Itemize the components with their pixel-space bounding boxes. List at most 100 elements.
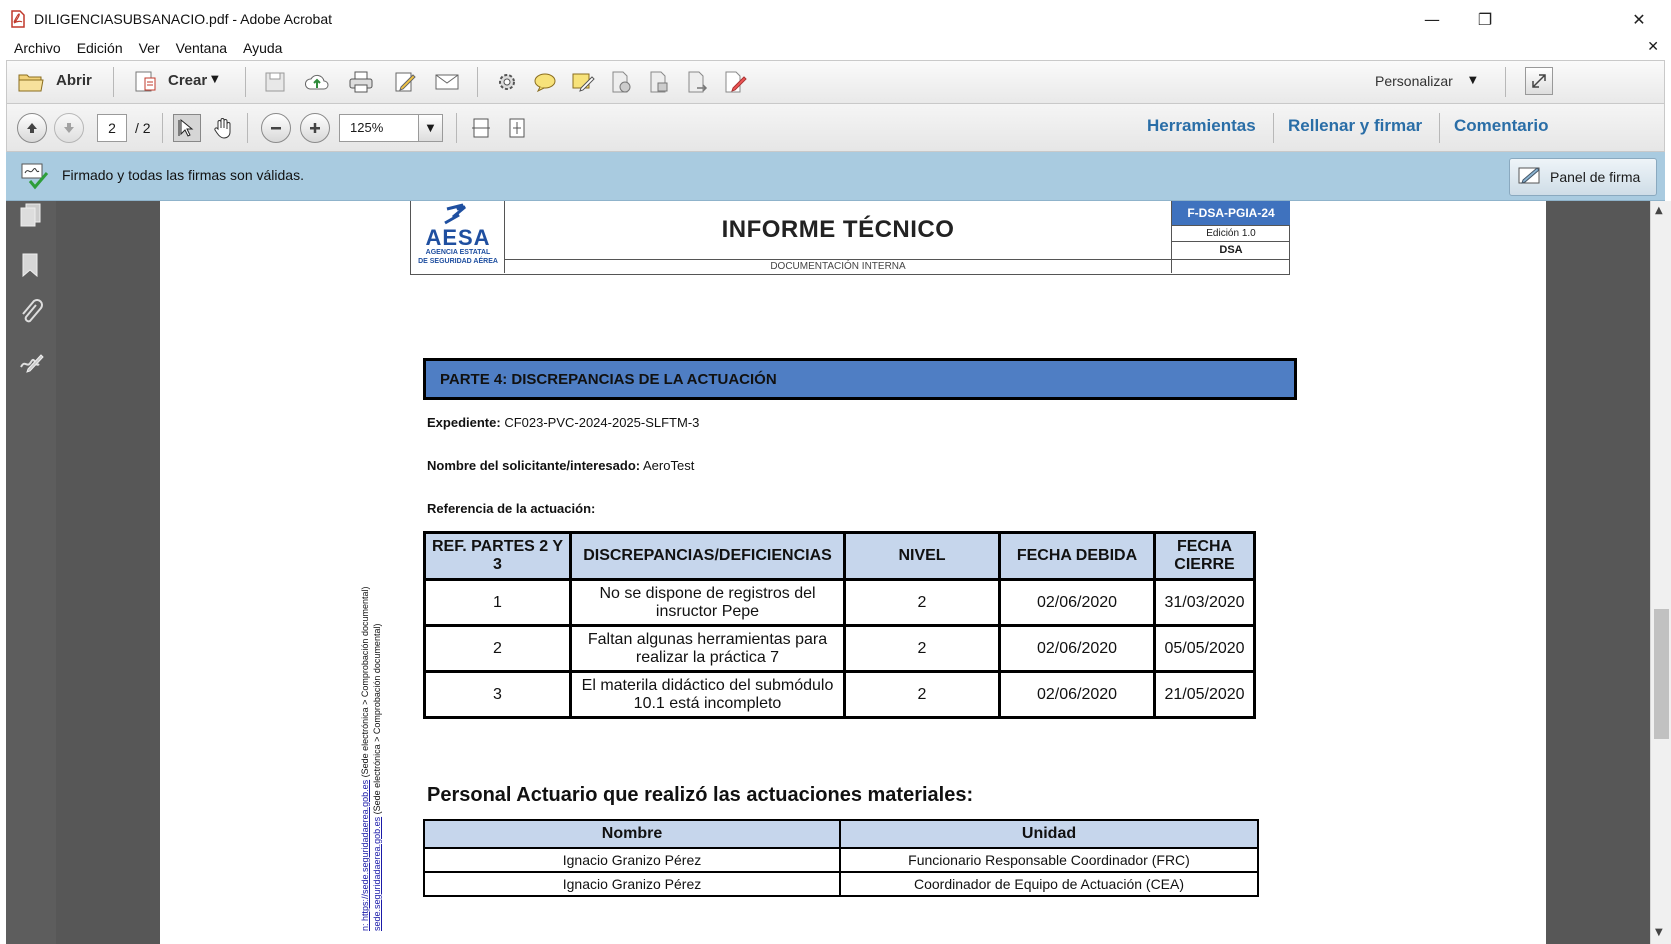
referencia-label: Referencia de la actuación:	[427, 501, 596, 516]
fit-width-icon[interactable]	[467, 114, 495, 142]
zoom-level-input[interactable]: 125%	[339, 114, 419, 142]
document-code-blank	[1172, 259, 1290, 273]
document-title: INFORME TÉCNICO	[721, 216, 955, 243]
sign-document-icon[interactable]	[721, 68, 749, 96]
comment-bubble-icon[interactable]	[531, 68, 559, 96]
toolbar-separator	[1273, 113, 1274, 143]
menu-edicion[interactable]: Edición	[69, 40, 131, 56]
menu-archivo[interactable]: Archivo	[0, 40, 69, 56]
signature-status-message: Firmado y todas las firmas son válidas.	[62, 167, 304, 183]
toolbar-separator	[477, 67, 478, 97]
table-cell: 2	[423, 624, 572, 673]
scroll-up-icon[interactable]: ▲	[1655, 205, 1663, 216]
next-page-icon[interactable]	[54, 113, 84, 143]
select-cursor-icon[interactable]	[173, 114, 201, 142]
settings-gear-icon[interactable]	[493, 68, 521, 96]
email-icon[interactable]	[433, 68, 461, 96]
toolbar-separator	[1505, 67, 1506, 97]
fit-page-icon[interactable]	[503, 114, 531, 142]
logo-subtitle-2: DE SEGURIDAD AÉREA	[418, 258, 498, 265]
window-title: DILIGENCIASUBSANACIO.pdf - Adobe Acrobat	[34, 11, 333, 27]
signatures-icon[interactable]	[18, 347, 46, 375]
table-row: Ignacio Granizo Pérez Funcionario Respon…	[423, 847, 1259, 873]
minimize-button[interactable]: —	[1409, 6, 1455, 32]
menu-ventana[interactable]: Ventana	[168, 40, 235, 56]
open-button[interactable]: Abrir	[56, 72, 92, 89]
close-document-button[interactable]: ✕	[1647, 39, 1659, 55]
cloud-upload-icon[interactable]	[303, 68, 331, 96]
comment-pane-link[interactable]: Comentario	[1454, 116, 1548, 136]
create-dropdown-icon[interactable]: ▼	[211, 74, 219, 85]
signature-panel-button[interactable]: Panel de firma	[1509, 158, 1657, 196]
table-header-row: REF. PARTES 2 Y 3 DISCREPANCIAS/DEFICIEN…	[423, 531, 1256, 581]
table-cell: 21/05/2020	[1153, 670, 1256, 719]
create-button[interactable]: Crear	[168, 72, 207, 89]
verification-text-2: (Sede electrónica > Comprobación documen…	[372, 623, 382, 817]
customize-button[interactable]: Personalizar	[1375, 73, 1453, 89]
document-code-block: F-DSA-PGIA-24 Edición 1.0 DSA	[1171, 201, 1290, 273]
hand-tool-icon[interactable]	[209, 114, 237, 142]
table-cell: Ignacio Granizo Pérez	[423, 871, 841, 897]
delete-page-icon[interactable]	[607, 68, 635, 96]
table-cell: Faltan algunas herramientas para realiza…	[569, 624, 846, 673]
create-pdf-icon[interactable]	[131, 68, 159, 96]
table-row: 2 Faltan algunas herramientas para reali…	[423, 624, 1256, 673]
table-cell: 02/06/2020	[998, 624, 1156, 673]
expediente-value: CF023-PVC-2024-2025-SLFTM-3	[504, 415, 700, 430]
zoom-in-icon[interactable]	[300, 113, 330, 143]
page-lock-icon[interactable]	[645, 68, 673, 96]
restore-button[interactable]: ❐	[1462, 6, 1508, 32]
vertical-scrollbar[interactable]: ▲ ▼	[1650, 201, 1671, 944]
solicitante-label: Nombre del solicitante/interesado:	[427, 458, 641, 473]
fill-sign-pane-link[interactable]: Rellenar y firmar	[1288, 116, 1422, 136]
signature-pen-icon	[1518, 165, 1542, 190]
zoom-out-icon[interactable]	[261, 113, 291, 143]
toolbar-separator	[113, 67, 114, 97]
bookmarks-icon[interactable]	[18, 251, 46, 279]
navigation-toolbar: 2 / 2 125% ▼ Herramientas Rellenar y fir…	[6, 104, 1665, 152]
tools-pane-link[interactable]: Herramientas	[1147, 116, 1256, 136]
scrollbar-thumb[interactable]	[1654, 609, 1669, 739]
zoom-dropdown-icon[interactable]: ▼	[419, 114, 443, 142]
personnel-table: Nombre Unidad Ignacio Granizo Pérez Func…	[423, 819, 1259, 897]
column-header: Nombre	[423, 819, 841, 849]
document-code: F-DSA-PGIA-24	[1172, 201, 1290, 225]
column-header: Unidad	[839, 819, 1259, 849]
solicitante-field: Nombre del solicitante/interesado: AeroT…	[427, 458, 694, 473]
toolbar-separator	[456, 113, 457, 143]
page-count: / 2	[135, 120, 151, 136]
page-export-icon[interactable]	[683, 68, 711, 96]
close-window-button[interactable]: ✕	[1616, 6, 1662, 32]
menu-ver[interactable]: Ver	[131, 40, 168, 56]
menu-ayuda[interactable]: Ayuda	[235, 40, 290, 56]
highlight-text-icon[interactable]	[569, 68, 597, 96]
page-number-input[interactable]: 2	[97, 114, 127, 142]
referencia-field: Referencia de la actuación:	[427, 501, 595, 516]
save-icon[interactable]	[261, 68, 289, 96]
expediente-label: Expediente:	[427, 415, 501, 430]
open-folder-icon[interactable]	[17, 68, 45, 96]
table-cell: Funcionario Responsable Coordinador (FRC…	[839, 847, 1259, 873]
document-view[interactable]: AESA AGENCIA ESTATAL DE SEGURIDAD AÉREA …	[56, 201, 1650, 944]
signature-status-bar: Firmado y todas las firmas son válidas. …	[6, 152, 1665, 201]
verification-text-1: (Sede electrónica > Comprobación documen…	[360, 586, 370, 780]
verification-line-1: n: https://sede.seguridadaerea.gob.es (S…	[360, 587, 370, 931]
verification-link-1[interactable]: n: https://sede.seguridadaerea.gob.es	[360, 780, 370, 931]
attachments-paperclip-icon[interactable]	[18, 299, 46, 327]
page-thumbnails-icon[interactable]	[18, 201, 46, 229]
document-header: AESA AGENCIA ESTATAL DE SEGURIDAD AÉREA …	[410, 201, 1290, 275]
table-cell: 02/06/2020	[998, 670, 1156, 719]
edit-document-icon[interactable]	[391, 68, 419, 96]
print-icon[interactable]	[347, 68, 375, 96]
customize-dropdown-icon[interactable]: ▼	[1469, 75, 1477, 86]
left-navigation-pane	[6, 201, 56, 944]
table-cell: 05/05/2020	[1153, 624, 1256, 673]
scroll-down-icon[interactable]: ▼	[1655, 927, 1663, 938]
verification-link-2[interactable]: sede.seguridadaerea.gob.es	[372, 817, 382, 931]
column-header: REF. PARTES 2 Y 3	[423, 531, 572, 581]
expand-view-icon[interactable]	[1525, 67, 1553, 95]
column-header: FECHA DEBIDA	[998, 531, 1156, 581]
previous-page-icon[interactable]	[17, 113, 47, 143]
table-cell: 2	[843, 624, 1001, 673]
table-cell: 3	[423, 670, 572, 719]
